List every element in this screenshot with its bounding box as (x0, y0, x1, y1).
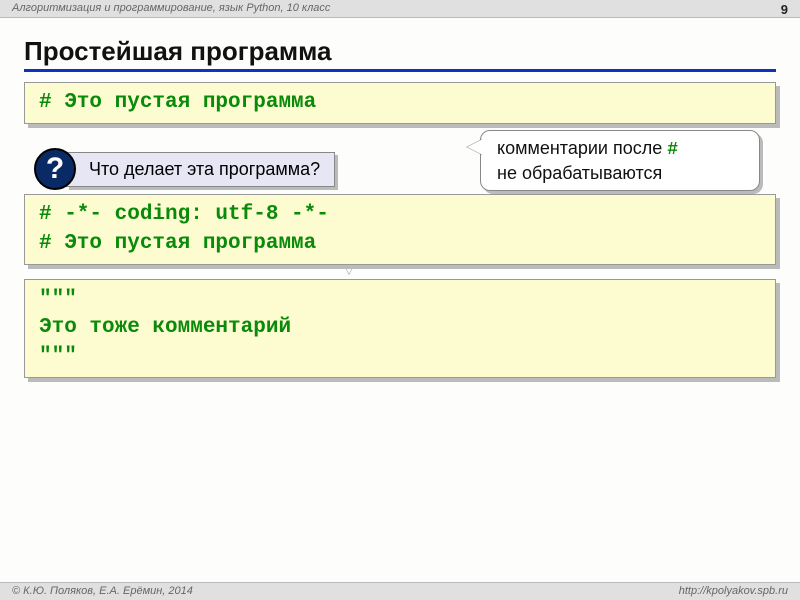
question-text: Что делает эта программа? (66, 152, 335, 187)
code-line: # Это пустая программа (39, 89, 761, 117)
footer-bar: © К.Ю. Поляков, Е.А. Ерёмин, 2014 http:/… (0, 582, 800, 600)
header-bar: Алгоритмизация и программирование, язык … (0, 0, 800, 18)
code-box-2: # -*- coding: utf-8 -*- # Это пустая про… (24, 194, 776, 265)
course-title: Алгоритмизация и программирование, язык … (12, 2, 330, 17)
code-line: # Это пустая программа (39, 230, 761, 258)
callout-hash-comment: комментарии после # не обрабатываются (480, 130, 760, 191)
hash-symbol: # (667, 140, 678, 160)
code-line: Это тоже комментарий (39, 314, 761, 342)
footer-url: http://kpolyakov.spb.ru (679, 585, 788, 600)
question-row: ? Что делает эта программа? (34, 148, 335, 190)
slide-title: Простейшая программа (24, 36, 776, 72)
code-line: """ (39, 343, 761, 371)
callout-line: не обрабатываются (497, 162, 743, 185)
code-line: """ (39, 286, 761, 314)
code-line: # -*- coding: utf-8 -*- (39, 201, 761, 229)
question-badge-icon: ? (34, 148, 76, 190)
copyright: © К.Ю. Поляков, Е.А. Ерёмин, 2014 (12, 585, 193, 600)
callout-tail-icon (467, 139, 483, 155)
code-box-3: """ Это тоже комментарий """ (24, 279, 776, 378)
callout-line: комментарии после # (497, 137, 743, 162)
code-box-1: # Это пустая программа (24, 82, 776, 124)
page-number: 9 (781, 2, 788, 17)
